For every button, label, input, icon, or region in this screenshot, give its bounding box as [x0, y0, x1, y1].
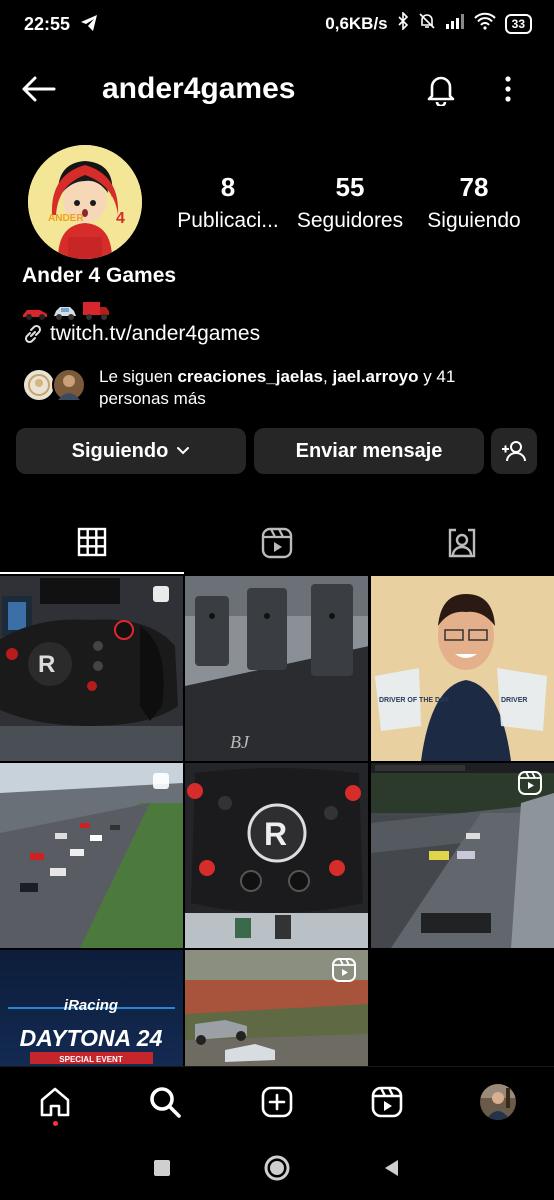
status-indicators: 0,6KB/s 33 [325, 11, 532, 35]
back-button[interactable] [20, 74, 58, 104]
daytona-brand: iRacing [64, 997, 118, 1014]
tab-tagged[interactable] [370, 512, 554, 574]
carousel-icon [153, 773, 169, 789]
nav-create[interactable] [258, 1083, 296, 1121]
battery-icon: 33 [504, 13, 532, 34]
add-user-icon [502, 441, 526, 462]
nav-profile[interactable] [479, 1083, 517, 1121]
search-icon [150, 1087, 181, 1118]
followers-label: Seguidores [296, 209, 404, 232]
post-thumbnail[interactable]: DRIVER OF THE DAY DRIVER [371, 576, 554, 761]
recents-button[interactable] [148, 1154, 176, 1182]
posts-label: Publicaci... [177, 209, 279, 232]
wifi-icon [473, 12, 496, 35]
daytona-title: DAYTONA 24 [20, 1025, 163, 1051]
mute-bell-icon [418, 12, 436, 35]
network-speed: 0,6KB/s [325, 13, 388, 33]
back-arrow-icon [22, 76, 56, 102]
bio-link-text: twitch.tv/ander4games [50, 322, 261, 345]
tagged-user-icon [448, 528, 476, 558]
post-thumbnail[interactable]: R [185, 763, 368, 948]
followed-by-user-1[interactable]: creaciones_jaelas [177, 367, 323, 386]
reels-icon [261, 527, 293, 559]
followed-by-prefix: Le siguen [99, 367, 178, 386]
tab-reels[interactable] [185, 512, 369, 574]
home-system-button[interactable] [263, 1154, 291, 1182]
svg-text:R: R [264, 816, 287, 852]
post-thumbnail[interactable] [371, 763, 554, 948]
following-label: Siguiendo [427, 209, 521, 232]
race-car-icon [23, 310, 47, 320]
profile-tabs [0, 512, 554, 574]
post-thumbnail[interactable]: iRacing DAYTONA 24 SPECIAL EVENT [0, 950, 183, 1066]
message-button-label: Enviar mensaje [295, 439, 443, 462]
carousel-icon [153, 586, 169, 602]
bell-icon [427, 76, 455, 108]
chevron-down-icon [177, 447, 190, 455]
status-time: 22:55 [24, 14, 71, 34]
follower-avatar-1 [22, 368, 56, 402]
stat-following[interactable]: 78 Siguiendo [418, 170, 530, 238]
home-icon [40, 1087, 70, 1117]
circle-icon [264, 1155, 290, 1181]
post-thumbnail[interactable]: BJ [185, 576, 368, 761]
car-icon [54, 307, 76, 320]
svg-text:R: R [38, 651, 55, 678]
followed-by-text: Le siguen creaciones_jaelas, jael.arroyo… [99, 366, 519, 410]
triangle-back-icon [385, 1160, 398, 1176]
reels-icon [371, 1086, 403, 1118]
grid-icon [77, 527, 107, 557]
truck-icon [83, 302, 109, 320]
post-thumbnail[interactable]: R [0, 576, 183, 761]
more-options-button[interactable] [496, 72, 520, 106]
post-thumbnail[interactable] [0, 763, 183, 948]
nav-search[interactable] [146, 1083, 184, 1121]
bio-emoji [22, 298, 110, 322]
tab-posts-grid[interactable] [0, 512, 184, 574]
notifications-button[interactable] [424, 72, 458, 108]
posts-grid: R BJ DRIVER OF THE DAY DRIVER R iRacing … [0, 576, 554, 1066]
follower-avatar-2 [52, 368, 86, 402]
link-icon [24, 324, 42, 344]
status-bar: 22:55 0,6KB/s 33 [0, 0, 554, 50]
svg-text:DRIVER: DRIVER [501, 697, 527, 704]
trophy-text: DRIVER OF THE DAY [379, 697, 449, 704]
back-system-button[interactable] [378, 1154, 406, 1182]
bottom-navigation [0, 1066, 554, 1136]
reel-icon [332, 958, 356, 982]
add-post-icon [261, 1086, 293, 1118]
followed-by-user-2[interactable]: jael.arroyo [332, 367, 418, 386]
followers-count: 55 [335, 172, 365, 202]
home-notification-dot [53, 1121, 58, 1126]
signal-icon [445, 13, 465, 34]
suggest-users-button[interactable] [491, 428, 537, 474]
reel-icon [518, 771, 542, 795]
svg-text:4: 4 [116, 210, 125, 227]
following-button[interactable]: Siguiendo [16, 428, 246, 474]
message-button[interactable]: Enviar mensaje [254, 428, 484, 474]
header-username: ander4games [102, 72, 296, 105]
telegram-icon [80, 14, 98, 37]
nav-reels[interactable] [368, 1083, 406, 1121]
daytona-subtitle: SPECIAL EVENT [59, 1055, 123, 1064]
post-thumbnail[interactable] [185, 950, 368, 1066]
bio-link[interactable]: twitch.tv/ander4games [22, 322, 260, 346]
profile-avatar[interactable]: ANDER 4 [28, 145, 142, 259]
stat-posts[interactable]: 8 Publicaci... [172, 170, 284, 238]
followed-by[interactable]: Le siguen creaciones_jaelas, jael.arroyo… [22, 364, 542, 412]
stat-followers[interactable]: 55 Seguidores [290, 170, 410, 238]
following-button-label: Siguiendo [71, 439, 169, 462]
pedals-engraving: BJ [230, 732, 250, 752]
system-navigation [0, 1140, 554, 1200]
nav-home[interactable] [36, 1083, 74, 1121]
display-name: Ander 4 Games [22, 264, 177, 287]
bluetooth-icon [397, 11, 409, 35]
more-vertical-icon [505, 76, 511, 102]
svg-text:ANDER: ANDER [48, 213, 84, 224]
following-count: 78 [459, 172, 489, 202]
posts-count: 8 [220, 172, 236, 202]
profile-header: ander4games [0, 62, 554, 118]
profile-avatar-small [480, 1084, 516, 1120]
square-icon [154, 1160, 170, 1176]
